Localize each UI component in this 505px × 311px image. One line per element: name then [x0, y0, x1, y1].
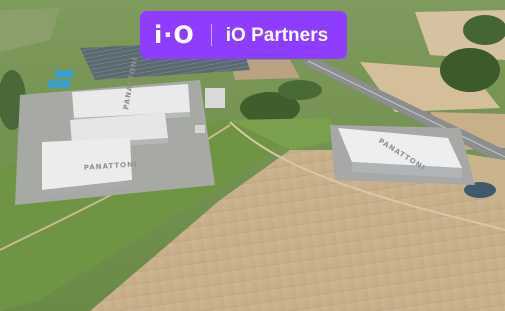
brand-name: iO Partners [225, 24, 329, 46]
small-building [205, 88, 225, 108]
brand-badge: i·O iO Partners [140, 11, 347, 59]
small-building [48, 80, 70, 88]
tree-cluster [278, 80, 322, 100]
aerial-photo-frame: PANATTONI PANATTONI PANATTONI i·O iO Par… [0, 0, 505, 311]
brand-logo-mark: i·O [154, 21, 195, 49]
small-building [195, 125, 205, 133]
tree-cluster [440, 48, 500, 92]
small-building [55, 70, 73, 78]
badge-divider [210, 24, 212, 46]
tree-cluster [463, 15, 505, 45]
